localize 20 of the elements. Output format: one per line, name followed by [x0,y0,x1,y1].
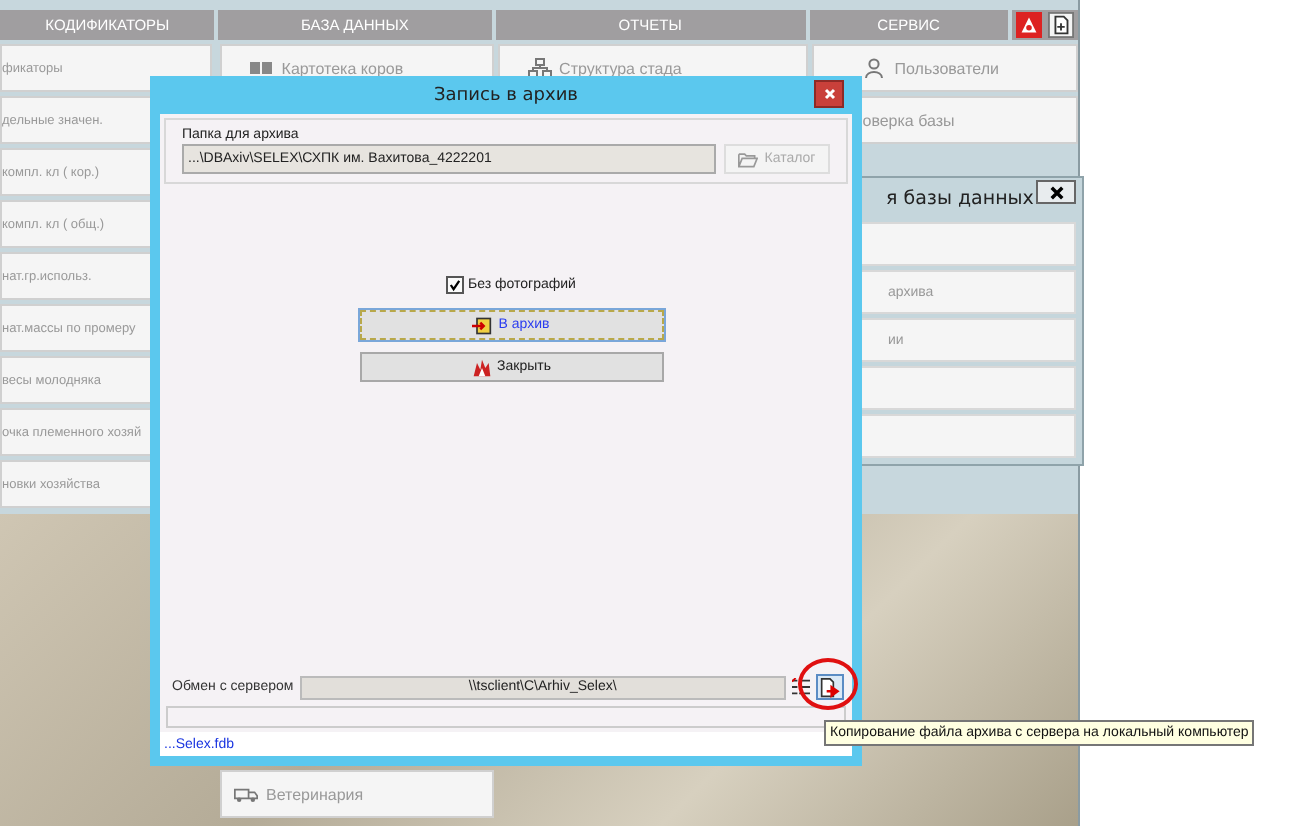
close-icon [821,86,837,102]
hierarchy-icon [527,58,552,78]
cards-icon [249,58,274,78]
document-arrow-icon [820,677,840,697]
close-icon [1049,185,1063,199]
list-icon[interactable] [792,678,810,696]
checkbox[interactable] [446,276,465,294]
menu-button[interactable]: Пользователи [812,44,1078,92]
close-button[interactable] [1036,180,1076,204]
menu-button[interactable]: Ветеринария [220,770,494,818]
folder-icon [738,151,759,167]
truck-icon [234,784,258,804]
alarm-icon[interactable] [1016,12,1042,38]
person-icon [862,58,887,78]
document-icon[interactable] [1048,12,1074,38]
fire-icon [471,357,492,377]
close-button[interactable] [814,80,844,108]
exit-icon [472,315,493,335]
window-title: я базы данных [884,187,1034,209]
copy-button[interactable] [816,674,844,700]
